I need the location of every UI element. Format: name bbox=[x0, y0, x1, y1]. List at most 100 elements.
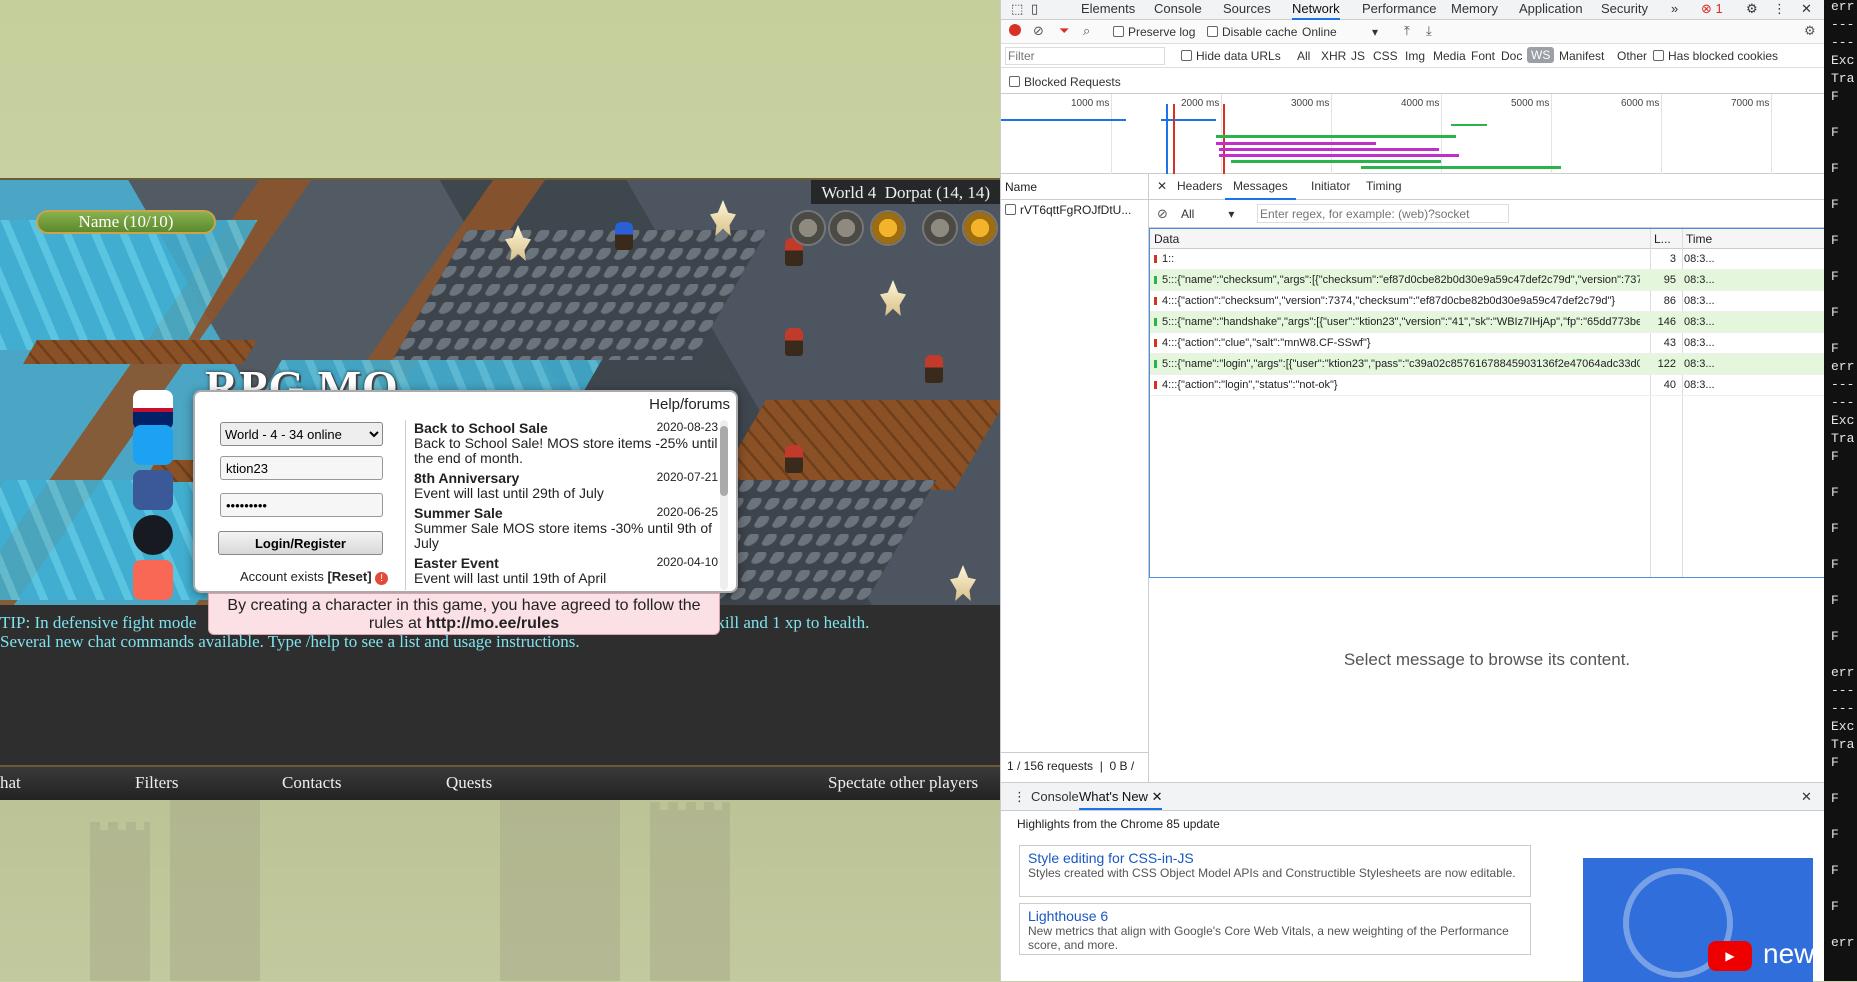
patreon-icon[interactable] bbox=[133, 560, 173, 600]
type-filter-js[interactable]: JS bbox=[1351, 49, 1365, 63]
message-row[interactable]: 4:::{"action":"login","status":"not-ok"}… bbox=[1150, 375, 1824, 396]
network-settings-icon[interactable]: ⚙ bbox=[1804, 23, 1816, 39]
export-icon[interactable]: ⤓ bbox=[1426, 23, 1432, 39]
tab-performance[interactable]: Performance bbox=[1362, 0, 1436, 20]
youtube-play-icon[interactable]: ▶ bbox=[1708, 941, 1752, 971]
clear-messages-icon[interactable]: ⊘ bbox=[1157, 206, 1168, 222]
tab-application[interactable]: Application bbox=[1519, 0, 1583, 20]
tab-headers[interactable]: Headers bbox=[1177, 179, 1222, 193]
tab-quests[interactable]: Quests bbox=[446, 773, 492, 793]
message-row[interactable]: 4:::{"action":"clue","salt":"mnW8.CF-SSw… bbox=[1150, 333, 1824, 354]
kebab-menu-icon[interactable]: ⋮ bbox=[1773, 0, 1786, 20]
type-filter-font[interactable]: Font bbox=[1471, 49, 1495, 63]
type-filter-xhr[interactable]: XHR bbox=[1321, 49, 1346, 63]
password-input[interactable] bbox=[220, 493, 383, 517]
message-regex-input[interactable] bbox=[1257, 204, 1509, 223]
search-icon[interactable]: ⌕ bbox=[1083, 23, 1090, 39]
npc-sprite[interactable] bbox=[785, 445, 803, 473]
tab-filters[interactable]: Filters bbox=[135, 773, 178, 793]
type-filter-other[interactable]: Other bbox=[1617, 49, 1647, 63]
message-type-select[interactable]: All ▾ bbox=[1181, 207, 1234, 221]
drawer-tab-console[interactable]: Console bbox=[1031, 788, 1079, 808]
message-row[interactable]: 4:::{"action":"checksum","version":7374,… bbox=[1150, 291, 1824, 312]
steam-icon[interactable] bbox=[133, 515, 173, 555]
import-icon[interactable]: ⤒ bbox=[1404, 23, 1410, 39]
type-filter-media[interactable]: Media bbox=[1433, 49, 1466, 63]
username-input[interactable] bbox=[220, 456, 383, 480]
filter-input[interactable] bbox=[1005, 47, 1165, 65]
type-filter-img[interactable]: Img bbox=[1405, 49, 1425, 63]
message-row[interactable]: 1:: 3 08:3... bbox=[1150, 249, 1824, 270]
helmet-icon[interactable] bbox=[962, 210, 998, 246]
message-row[interactable]: 5:::{"name":"checksum","args":[{"checksu… bbox=[1150, 270, 1824, 291]
tab-sources[interactable]: Sources bbox=[1223, 0, 1271, 20]
tab-messages[interactable]: Messages bbox=[1225, 174, 1296, 200]
type-filter-css[interactable]: CSS bbox=[1373, 49, 1398, 63]
type-filter-manifest[interactable]: Manifest bbox=[1559, 49, 1604, 63]
type-filter-doc[interactable]: Doc bbox=[1501, 49, 1522, 63]
drawer-menu-icon[interactable]: ⋮ bbox=[1013, 788, 1026, 808]
blocked-requests-checkbox[interactable]: Blocked Requests bbox=[1009, 75, 1121, 89]
settings-gear-icon[interactable]: ⚙ bbox=[1746, 0, 1758, 20]
equipment-icon[interactable] bbox=[922, 210, 958, 246]
hide-data-urls-checkbox[interactable]: Hide data URLs bbox=[1181, 49, 1281, 63]
network-overview[interactable]: 1000 ms 2000 ms 3000 ms 4000 ms 5000 ms … bbox=[1001, 94, 1825, 174]
throttle-select[interactable]: Online ▾ bbox=[1302, 25, 1378, 39]
news-list[interactable]: Back to School Sale 2020-08-23 Back to Sc… bbox=[405, 420, 718, 590]
tab-console[interactable]: Console bbox=[1154, 0, 1202, 20]
message-row[interactable]: 5:::{"name":"login","args":[{"user":"kti… bbox=[1150, 354, 1824, 375]
tab-network[interactable]: Network bbox=[1292, 0, 1340, 20]
npc-sprite[interactable] bbox=[925, 355, 943, 383]
drawer-tab-whats-new[interactable]: What's New ✕ bbox=[1079, 788, 1163, 810]
message-row[interactable]: 5:::{"name":"handshake","args":[{"user":… bbox=[1150, 312, 1824, 333]
whats-new-card[interactable]: Style editing for CSS-in-JS Styles creat… bbox=[1019, 845, 1531, 897]
rules-link[interactable]: http://mo.ee/rules bbox=[426, 615, 559, 632]
inspect-icon[interactable]: ⬚ bbox=[1011, 0, 1023, 20]
type-filter-all[interactable]: All bbox=[1297, 49, 1310, 63]
close-drawer-icon[interactable]: ✕ bbox=[1801, 788, 1812, 808]
more-tabs-icon[interactable]: » bbox=[1671, 0, 1678, 20]
tab-initiator[interactable]: Initiator bbox=[1311, 179, 1350, 193]
type-filter-ws[interactable]: WS bbox=[1527, 47, 1555, 63]
inventory-bag-icon[interactable] bbox=[870, 210, 906, 246]
disable-cache-checkbox[interactable]: Disable cache bbox=[1207, 25, 1297, 39]
news-scrollbar[interactable] bbox=[720, 420, 728, 590]
has-blocked-cookies-checkbox[interactable]: Has blocked cookies bbox=[1653, 49, 1778, 63]
spectate-button[interactable]: Spectate other players bbox=[828, 773, 978, 793]
tab-memory[interactable]: Memory bbox=[1451, 0, 1498, 20]
tab-contacts[interactable]: Contacts bbox=[282, 773, 342, 793]
npc-sprite[interactable] bbox=[785, 328, 803, 356]
column-length[interactable]: L... bbox=[1650, 229, 1682, 249]
tab-chat[interactable]: hat bbox=[0, 773, 21, 793]
terminal-window[interactable]: err --- --- Exc Tra F F F F F F F Ferr --- --- Exc Tra F F… bbox=[1824, 0, 1857, 981]
close-devtools-icon[interactable]: ✕ bbox=[1801, 0, 1812, 20]
tab-elements[interactable]: Elements bbox=[1081, 0, 1135, 20]
record-icon[interactable] bbox=[1009, 24, 1021, 36]
facebook-icon[interactable] bbox=[133, 470, 173, 510]
twitter-icon[interactable] bbox=[133, 425, 173, 465]
close-detail-icon[interactable]: ✕ bbox=[1157, 179, 1167, 193]
combat-icon[interactable] bbox=[790, 210, 826, 246]
column-data[interactable]: Data bbox=[1150, 229, 1650, 249]
whats-new-card[interactable]: Lighthouse 6 New metrics that align with… bbox=[1019, 903, 1531, 955]
filter-icon[interactable]: ⏷ bbox=[1059, 23, 1069, 39]
name-column-header[interactable]: Name bbox=[1001, 174, 1148, 200]
world-select[interactable]: World - 4 - 34 online bbox=[220, 422, 383, 446]
preserve-log-checkbox[interactable]: Preserve log bbox=[1113, 25, 1195, 39]
name-plate[interactable]: Name (10/10) bbox=[36, 210, 216, 234]
whats-new-video-banner[interactable]: ▶ new bbox=[1583, 858, 1813, 982]
help-forums-link[interactable]: Help/forums bbox=[649, 396, 730, 413]
request-row[interactable]: rVT6qttFgROJfDtU... bbox=[1001, 200, 1148, 222]
error-count-badge[interactable]: ⊗ 1 bbox=[1701, 0, 1723, 20]
reset-link[interactable]: [Reset] bbox=[327, 569, 371, 584]
clear-icon[interactable]: ⊘ bbox=[1033, 23, 1044, 39]
player-character[interactable] bbox=[615, 222, 633, 250]
tab-timing[interactable]: Timing bbox=[1366, 179, 1402, 193]
tab-security[interactable]: Security bbox=[1601, 0, 1648, 20]
skills-icon[interactable] bbox=[828, 210, 864, 246]
close-tab-icon[interactable]: ✕ bbox=[1152, 789, 1163, 804]
login-register-button[interactable]: Login/Register bbox=[218, 531, 383, 555]
device-toggle-icon[interactable]: ▯ bbox=[1031, 0, 1038, 20]
language-flag-icon[interactable] bbox=[133, 390, 173, 430]
column-time[interactable]: Time bbox=[1682, 229, 1824, 249]
